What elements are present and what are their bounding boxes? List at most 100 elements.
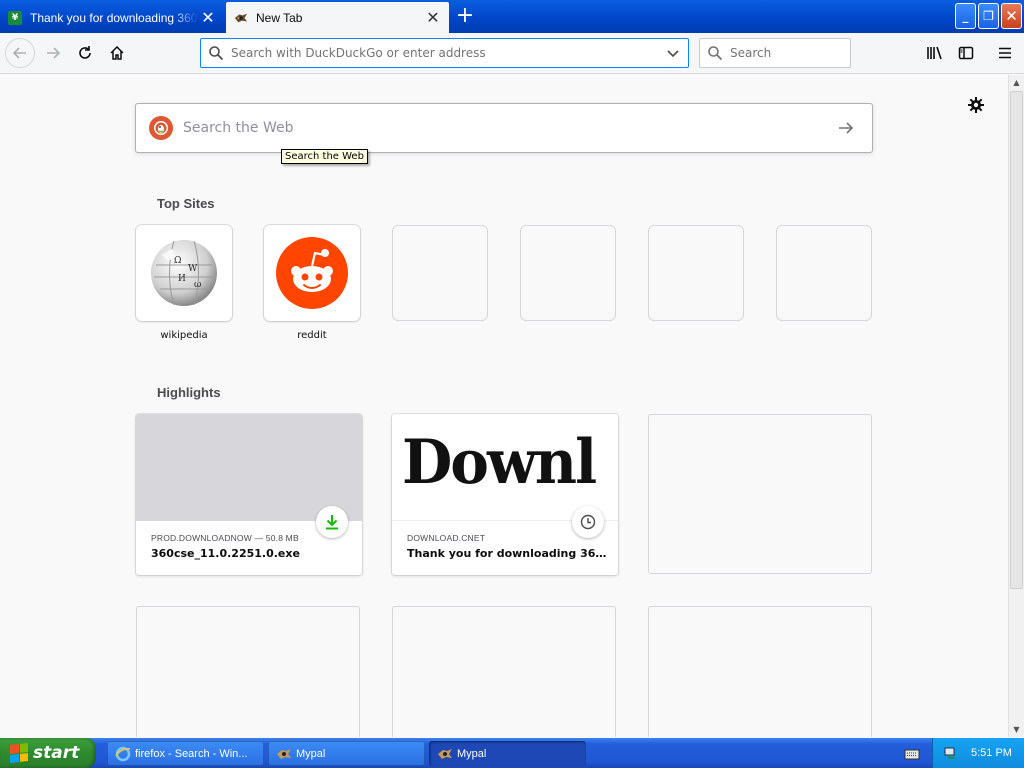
home-button[interactable]: [102, 38, 132, 68]
reload-icon: [79, 46, 91, 59]
wikipedia-globe-icon: ΩWИω: [151, 240, 217, 306]
mypal-favicon-icon: [234, 11, 248, 25]
clock-icon: [572, 506, 604, 538]
top-site-empty[interactable]: [776, 225, 872, 321]
taskbar: start firefox - Search - Win... Mypal My…: [0, 738, 1024, 768]
empty-site-tile[interactable]: [648, 225, 744, 321]
gear-icon[interactable]: [966, 95, 986, 115]
favicon-icon: ¥: [8, 10, 22, 25]
chevron-down-icon[interactable]: [658, 39, 688, 67]
system-tray: 5:51 PM: [932, 738, 1024, 768]
tab-title: Thank you for downloading 360 Browser: [30, 10, 198, 25]
maximize-button[interactable]: ❐: [978, 3, 999, 29]
hamburger-menu-icon: [999, 47, 1011, 59]
search-bar[interactable]: [699, 38, 880, 68]
site-label: wikipedia: [160, 330, 208, 341]
tab-strip: ¥ Thank you for downloading 360 Browser …: [0, 0, 1024, 33]
new-tab-page: Search the Web Top Sites ΩWИω wikipedia: [0, 75, 1008, 737]
network-icon[interactable]: [943, 745, 959, 761]
highlight-card-empty: [136, 606, 360, 737]
sidebar-icon: [958, 46, 974, 60]
scrollbar-thumb[interactable]: [1010, 91, 1023, 589]
scroll-down-arrow-icon[interactable]: ▼: [1009, 722, 1024, 737]
highlight-card-empty: [648, 414, 872, 574]
library-button[interactable]: [920, 38, 950, 68]
mypal-icon: [276, 746, 292, 762]
card-host: DOWNLOAD.CNET: [407, 533, 486, 543]
reload-button[interactable]: [70, 38, 100, 68]
site-label: reddit: [297, 330, 327, 341]
duckduckgo-icon: [149, 116, 173, 140]
library-icon: [927, 46, 942, 60]
taskbar-item-mypal[interactable]: Mypal: [268, 741, 425, 766]
tooltip: Search the Web: [281, 149, 368, 164]
nav-toolbar: [0, 33, 1024, 74]
task-label: Mypal: [457, 747, 487, 760]
close-window-button[interactable]: ✕: [1001, 3, 1022, 29]
top-site-empty[interactable]: [392, 225, 488, 321]
reddit-alien-icon: [276, 237, 348, 309]
menu-button[interactable]: [990, 38, 1020, 68]
arrow-right-icon: [839, 122, 854, 134]
empty-site-tile[interactable]: [520, 225, 616, 321]
sidebar-button[interactable]: [951, 38, 981, 68]
forward-button[interactable]: [38, 38, 68, 68]
card-image-text: Downl: [402, 426, 597, 498]
svg-text:W: W: [188, 264, 198, 274]
search-submit-button[interactable]: [828, 110, 864, 146]
site-tile[interactable]: ΩWИω: [136, 225, 232, 321]
home-icon: [110, 45, 124, 60]
url-input[interactable]: [231, 46, 658, 60]
start-label: start: [33, 743, 80, 763]
card-title: 360cse_11.0.2251.0.exe: [151, 547, 300, 560]
download-icon: [316, 506, 348, 538]
top-site-empty[interactable]: [520, 225, 616, 321]
tab-thank-you[interactable]: ¥ Thank you for downloading 360 Browser …: [0, 2, 224, 33]
highlight-card-empty: [392, 606, 616, 737]
search-icon: [201, 39, 231, 67]
minimize-button[interactable]: _: [955, 3, 976, 29]
top-site-empty[interactable]: [648, 225, 744, 321]
scroll-up-arrow-icon[interactable]: ▲: [1009, 75, 1024, 90]
mypal-icon: [437, 746, 453, 762]
task-label: Mypal: [296, 747, 326, 760]
taskbar-item-mypal-active[interactable]: Mypal: [429, 741, 586, 766]
highlight-card-cnet[interactable]: Downl DOWNLOAD.CNET Thank you for downlo…: [392, 414, 618, 575]
top-site-wikipedia[interactable]: ΩWИω wikipedia: [136, 225, 232, 341]
url-bar[interactable]: [200, 38, 689, 68]
web-search-box[interactable]: [135, 103, 873, 153]
web-search-input[interactable]: [183, 120, 828, 136]
site-tile[interactable]: [264, 225, 360, 321]
taskbar-item-firefox[interactable]: firefox - Search - Win...: [107, 741, 264, 766]
top-site-reddit[interactable]: reddit: [264, 225, 360, 341]
svg-text:И: И: [178, 274, 186, 284]
close-tab-icon[interactable]: ✕: [198, 8, 218, 28]
svg-text:Ω: Ω: [174, 256, 181, 266]
task-label: firefox - Search - Win...: [135, 747, 248, 760]
forward-arrow-icon: [47, 47, 61, 59]
clock[interactable]: 5:51 PM: [971, 747, 1012, 759]
card-title: Thank you for downloading 360 Browser: [407, 547, 607, 560]
top-sites-heading: Top Sites: [157, 196, 215, 211]
tab-new-tab[interactable]: New Tab ✕: [226, 2, 449, 33]
back-arrow-icon: [12, 47, 26, 59]
vertical-scrollbar[interactable]: ▲ ▼: [1008, 75, 1024, 737]
start-button[interactable]: start: [0, 738, 96, 768]
tab-title: New Tab: [256, 10, 303, 25]
highlight-card-download[interactable]: PROD.DOWNLOADNOW — 50.8 MB 360cse_11.0.2…: [136, 414, 362, 575]
back-button[interactable]: [5, 38, 35, 68]
card-image-placeholder: [136, 414, 362, 521]
keyboard-icon[interactable]: [904, 746, 920, 760]
windows-flag-icon: [10, 743, 28, 763]
highlights-heading: Highlights: [157, 385, 221, 400]
new-tab-button[interactable]: +: [453, 5, 477, 29]
card-image: Downl: [392, 414, 618, 521]
svg-text:ω: ω: [194, 280, 201, 290]
empty-site-tile[interactable]: [776, 225, 872, 321]
empty-site-tile[interactable]: [392, 225, 488, 321]
search-input[interactable]: [730, 46, 880, 60]
close-tab-icon[interactable]: ✕: [423, 8, 443, 28]
ie-icon: [115, 746, 131, 762]
highlight-card-empty: [648, 606, 872, 737]
search-icon: [700, 39, 730, 67]
